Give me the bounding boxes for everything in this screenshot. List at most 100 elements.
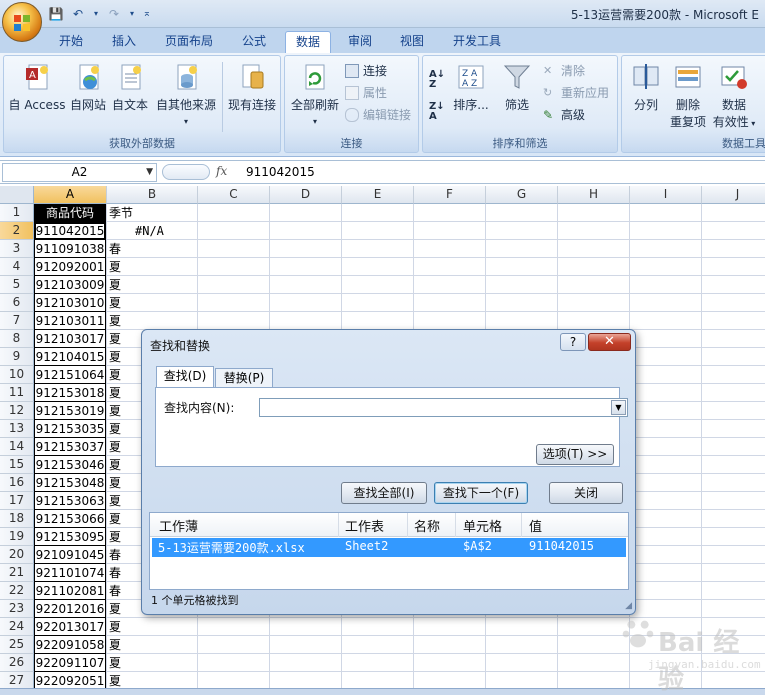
cell-b[interactable]: 夏 bbox=[107, 618, 197, 636]
cell-a[interactable]: 921102081 bbox=[34, 582, 106, 600]
row-header[interactable]: 18 bbox=[0, 510, 34, 528]
column-header-e[interactable]: E bbox=[342, 186, 414, 204]
cell-a[interactable]: 912153035 bbox=[34, 420, 106, 438]
cell-b[interactable]: 夏 bbox=[107, 654, 197, 672]
chevron-down-icon[interactable]: ▼ bbox=[146, 164, 153, 181]
cell-a[interactable]: 911042015 bbox=[34, 222, 106, 240]
cell-b[interactable]: 春 bbox=[107, 240, 197, 258]
cell-a[interactable]: 922012016 bbox=[34, 600, 106, 618]
column-header-h[interactable]: H bbox=[558, 186, 630, 204]
cell-a[interactable]: 912103011 bbox=[34, 312, 106, 330]
cell-a[interactable]: 912103017 bbox=[34, 330, 106, 348]
column-header-j[interactable]: J bbox=[702, 186, 765, 204]
column-header-c[interactable]: C bbox=[198, 186, 270, 204]
row-header[interactable]: 24 bbox=[0, 618, 34, 636]
find-what-combobox[interactable]: ▼ bbox=[259, 398, 628, 417]
cell-b[interactable]: 夏 bbox=[107, 294, 197, 312]
customize-qat-icon[interactable]: ⌅ bbox=[142, 6, 152, 22]
results-list[interactable]: 工作薄 工作表 名称 单元格 值 5-13运营需要200款.xlsx Sheet… bbox=[149, 512, 629, 590]
clear-filter-button[interactable]: ✕ 清除 bbox=[543, 62, 585, 79]
column-header-a[interactable]: A bbox=[34, 186, 107, 204]
sort-descending-button[interactable]: Z↓ A bbox=[429, 102, 445, 122]
column-header-f[interactable]: F bbox=[414, 186, 486, 204]
column-header-d[interactable]: D bbox=[270, 186, 342, 204]
tab-page-layout[interactable]: 页面布局 bbox=[158, 31, 220, 53]
cell-b[interactable]: 夏 bbox=[107, 312, 197, 330]
cell-a[interactable]: 912151064 bbox=[34, 366, 106, 384]
column-header-b[interactable]: B bbox=[107, 186, 198, 204]
dropdown-icon[interactable]: ▾ bbox=[92, 6, 100, 22]
cell-b[interactable]: #N/A bbox=[107, 222, 197, 240]
cell-b[interactable]: 夏 bbox=[107, 636, 197, 654]
row-header[interactable]: 9 bbox=[0, 348, 34, 366]
row-header[interactable]: 1 bbox=[0, 204, 34, 222]
tab-formulas[interactable]: 公式 bbox=[234, 31, 274, 53]
cell-b[interactable]: 季节 bbox=[107, 204, 197, 222]
cell-a[interactable]: 912153019 bbox=[34, 402, 106, 420]
result-row[interactable]: 5-13运营需要200款.xlsx Sheet2 $A$2 911042015 bbox=[152, 538, 626, 557]
row-header[interactable]: 4 bbox=[0, 258, 34, 276]
redo-icon[interactable]: ↷ bbox=[106, 6, 122, 22]
cell-b[interactable]: 夏 bbox=[107, 258, 197, 276]
cell-a[interactable]: 922091058 bbox=[34, 636, 106, 654]
advanced-filter-button[interactable]: ✎ 高级 bbox=[543, 106, 585, 123]
cell-a[interactable]: 912153046 bbox=[34, 456, 106, 474]
col-cell[interactable]: 单元格 bbox=[463, 516, 502, 535]
cell-a[interactable]: 912103010 bbox=[34, 294, 106, 312]
row-header[interactable]: 3 bbox=[0, 240, 34, 258]
cell-a[interactable]: 912092001 bbox=[34, 258, 106, 276]
filter-button[interactable]: 筛选 bbox=[497, 62, 537, 113]
cell-a[interactable]: 912153066 bbox=[34, 510, 106, 528]
find-next-button[interactable]: 查找下一个(F) bbox=[434, 482, 528, 504]
name-box[interactable]: A2 ▼ bbox=[2, 163, 157, 182]
row-header[interactable]: 17 bbox=[0, 492, 34, 510]
existing-connections-button[interactable]: 现有连接 bbox=[226, 62, 278, 113]
cell-a[interactable]: 912153063 bbox=[34, 492, 106, 510]
col-sheet[interactable]: 工作表 bbox=[345, 516, 384, 535]
formula-input[interactable]: 911042015 bbox=[246, 165, 315, 179]
save-icon[interactable]: 💾 bbox=[48, 6, 64, 22]
row-header[interactable]: 2 bbox=[0, 222, 34, 240]
office-button[interactable] bbox=[2, 2, 42, 42]
row-header[interactable]: 10 bbox=[0, 366, 34, 384]
from-access-button[interactable]: A 自 Access bbox=[6, 62, 68, 113]
dropdown-icon[interactable]: ▾ bbox=[128, 6, 136, 22]
row-header[interactable]: 14 bbox=[0, 438, 34, 456]
reapply-button[interactable]: ↻ 重新应用 bbox=[543, 84, 609, 101]
row-header[interactable]: 21 bbox=[0, 564, 34, 582]
row-header[interactable]: 19 bbox=[0, 528, 34, 546]
remove-duplicates-button[interactable]: 删除 重复项 bbox=[668, 62, 708, 130]
refresh-all-button[interactable]: 全部刷新 ▾ bbox=[287, 62, 343, 126]
col-name[interactable]: 名称 bbox=[414, 516, 440, 535]
cell-a[interactable]: 912153037 bbox=[34, 438, 106, 456]
from-text-button[interactable]: 自文本 bbox=[110, 62, 150, 113]
cell-a[interactable]: 912153018 bbox=[34, 384, 106, 402]
tab-view[interactable]: 视图 bbox=[392, 31, 432, 53]
row-header[interactable]: 23 bbox=[0, 600, 34, 618]
row-header[interactable]: 20 bbox=[0, 546, 34, 564]
column-header-i[interactable]: I bbox=[630, 186, 702, 204]
row-header[interactable]: 15 bbox=[0, 456, 34, 474]
row-header[interactable]: 11 bbox=[0, 384, 34, 402]
cell-a[interactable]: 912153095 bbox=[34, 528, 106, 546]
row-header[interactable]: 5 bbox=[0, 276, 34, 294]
dialog-close-button[interactable]: ✕ bbox=[588, 333, 631, 351]
sort-button[interactable]: Z AA Z 排序... bbox=[451, 62, 491, 113]
col-value[interactable]: 值 bbox=[529, 516, 542, 535]
row-header[interactable]: 25 bbox=[0, 636, 34, 654]
help-button[interactable]: ? bbox=[560, 333, 586, 351]
tab-review[interactable]: 审阅 bbox=[340, 31, 380, 53]
row-header[interactable]: 13 bbox=[0, 420, 34, 438]
cell-a-header[interactable]: 商品代码 bbox=[34, 204, 106, 222]
tab-data[interactable]: 数据 bbox=[285, 31, 331, 53]
tab-insert[interactable]: 插入 bbox=[104, 31, 144, 53]
row-header[interactable]: 8 bbox=[0, 330, 34, 348]
undo-icon[interactable]: ↶ bbox=[70, 6, 86, 22]
cell-a[interactable]: 912104015 bbox=[34, 348, 106, 366]
cell-b[interactable]: 夏 bbox=[107, 276, 197, 294]
row-header[interactable]: 6 bbox=[0, 294, 34, 312]
tab-developer[interactable]: 开发工具 bbox=[446, 31, 508, 53]
from-other-sources-button[interactable]: 自其他来源 ▾ bbox=[152, 62, 220, 126]
options-button[interactable]: 选项(T) >> bbox=[536, 444, 614, 465]
tab-replace[interactable]: 替换(P) bbox=[215, 368, 273, 388]
